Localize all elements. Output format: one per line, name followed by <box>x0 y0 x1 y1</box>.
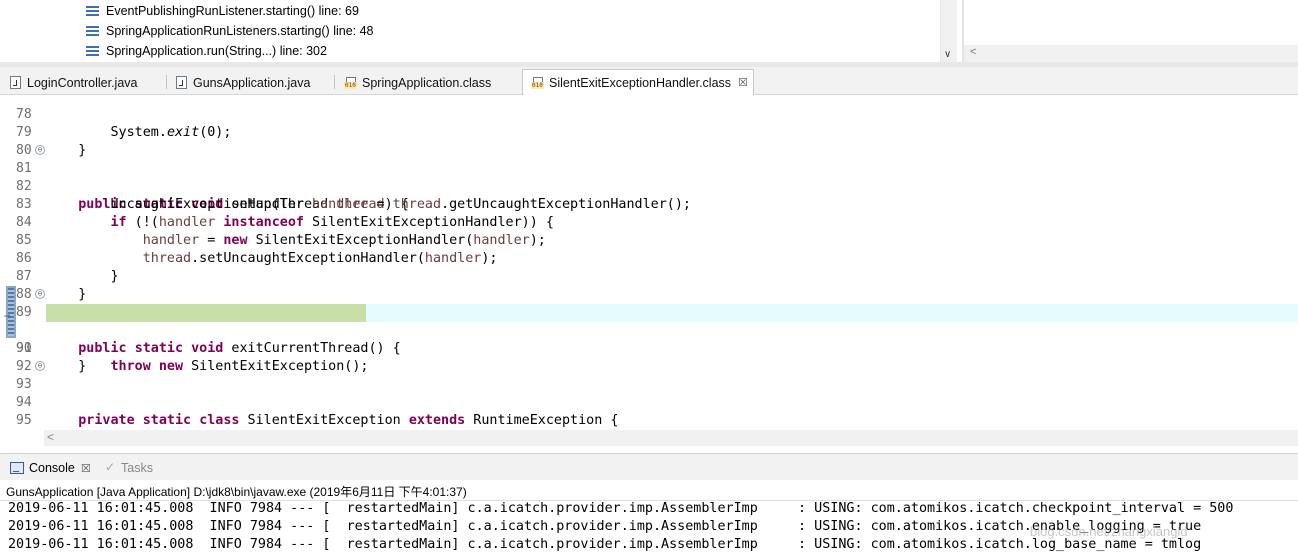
variables-horizontal-scrollbar[interactable]: < <box>964 45 1298 62</box>
fold-collapse-icon[interactable]: ⊖ <box>35 289 45 299</box>
console-tab-bar: Console ☒ Tasks <box>0 453 1298 481</box>
code-line: 80 <box>0 124 1298 158</box>
code-line: 95 } <box>0 394 1298 428</box>
stack-frame-label: SpringApplication.run(String...) line: 3… <box>106 44 327 58</box>
code-line: 82 UncaughtExceptionHandler handler = th… <box>0 160 1298 212</box>
code-line: 94 <box>0 376 1298 410</box>
stack-frame-label: EventPublishingRunListener.starting() li… <box>106 4 359 18</box>
code-line: 79 } <box>0 106 1298 158</box>
tab-tasks[interactable]: Tasks <box>104 458 153 478</box>
close-tab-icon[interactable]: ☒ <box>81 462 91 475</box>
java-file-icon <box>10 76 21 89</box>
code-line: 92 <box>0 340 1298 374</box>
fold-collapse-icon[interactable]: ⊖ <box>35 361 45 371</box>
code-line: 87 } <box>0 250 1298 302</box>
stack-vertical-scrollbar[interactable]: ∨ <box>940 0 957 62</box>
stack-frame-icon <box>86 5 99 17</box>
tab-label: LoginController.java <box>27 75 138 90</box>
scroll-down-arrow-icon[interactable]: ∨ <box>944 49 951 60</box>
code-line-current: ⇒ 90 throw new SilentExitException(); <box>0 304 1298 374</box>
code-line: 83 if (!(handler instanceof SilentExitEx… <box>0 178 1298 230</box>
tab-label: Console <box>29 461 75 475</box>
stack-frame-icon <box>86 45 99 57</box>
tab-guns-application[interactable]: GunsApplication.java <box>168 71 310 94</box>
debug-stack-pane: EventPublishingRunListener.starting() li… <box>0 0 957 62</box>
watermark: blog.csdn.net/zhangxiangld <box>1030 524 1188 539</box>
code-line: 93 ⊖ private static class SilentExitExce… <box>0 358 1298 428</box>
stack-frame[interactable]: EventPublishingRunListener.starting() li… <box>86 1 359 21</box>
code-line: 89 ⊖ public static void exitCurrentThrea… <box>0 286 1298 356</box>
tab-label: SilentExitExceptionHandler.class <box>549 75 732 90</box>
stack-frame[interactable]: SpringApplication.run(String...) line: 3… <box>86 41 327 61</box>
code-line: 96 <box>0 412 1298 429</box>
class-file-icon <box>344 76 357 89</box>
console-log-line: 2019-06-11 16:01:45.008 INFO 7984 --- [ … <box>8 537 1202 552</box>
tab-console[interactable]: Console ☒ <box>10 458 91 478</box>
fold-collapse-icon[interactable]: ⊖ <box>35 145 45 155</box>
scroll-left-arrow-icon[interactable]: < <box>47 430 54 444</box>
code-line: 84 handler = new SilentExitExceptionHand… <box>0 196 1298 248</box>
class-file-icon <box>531 76 544 89</box>
code-line: 88 <box>0 268 1298 302</box>
tab-login-controller[interactable]: LoginController.java <box>2 71 138 94</box>
console-log-line: 2019-06-11 16:01:45.008 INFO 7984 --- [ … <box>8 519 1202 534</box>
close-tab-icon[interactable]: ☒ <box>738 76 748 89</box>
console-process-label: GunsApplication [Java Application] D:\jd… <box>6 485 467 499</box>
debug-top-area: EventPublishingRunListener.starting() li… <box>0 0 1298 66</box>
java-file-icon <box>176 76 187 89</box>
tasks-icon <box>104 460 116 474</box>
stack-frame-icon <box>86 25 99 37</box>
code-line: 81 ⊖ public static void setup(Thread thr… <box>0 142 1298 212</box>
editor-tab-bar: LoginController.java GunsApplication.jav… <box>0 67 1298 95</box>
console-process-header: GunsApplication [Java Application] D:\jd… <box>0 480 1298 501</box>
tab-spring-application-class[interactable]: SpringApplication.class <box>336 71 491 94</box>
tab-silent-exit-exception-handler[interactable]: SilentExitExceptionHandler.class ☒ <box>522 69 754 95</box>
console-icon <box>10 462 24 474</box>
code-line: 85 thread.setUncaughtExceptionHandler(ha… <box>0 214 1298 266</box>
variables-pane: < <box>962 0 1298 62</box>
code-line: 86 } <box>0 232 1298 284</box>
tab-separator <box>334 75 335 89</box>
tab-label: Tasks <box>121 461 153 475</box>
console-log-line: 2019-06-11 16:01:45.008 INFO 7984 --- [ … <box>8 501 1234 516</box>
scroll-left-arrow-icon[interactable]: < <box>970 46 976 58</box>
code-line: 91 } <box>0 322 1298 374</box>
tab-label: SpringApplication.class <box>362 75 492 90</box>
tab-label: GunsApplication.java <box>193 75 311 90</box>
code-editor[interactable]: 78 System.exit(0); 79 } 80 81 ⊖ public s… <box>0 95 1298 429</box>
code-line: 78 System.exit(0); <box>0 95 1298 140</box>
stack-frame[interactable]: SpringApplicationRunListeners.starting()… <box>86 21 374 41</box>
stack-frame-label: SpringApplicationRunListeners.starting()… <box>106 24 374 38</box>
tab-separator <box>166 75 167 89</box>
editor-horizontal-scrollbar[interactable]: < <box>44 430 1298 446</box>
